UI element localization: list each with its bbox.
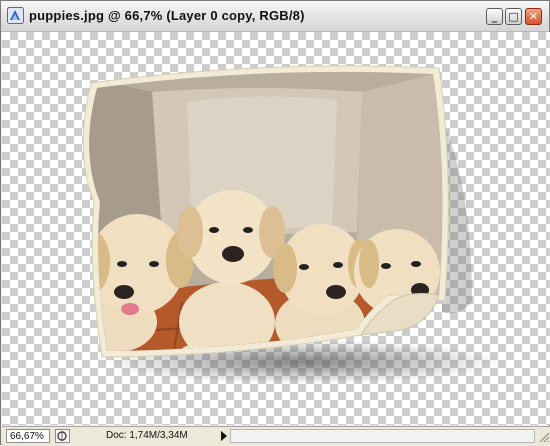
document-canvas[interactable]	[2, 32, 550, 425]
close-button[interactable]: ✕	[525, 8, 542, 25]
resize-grip-icon[interactable]	[536, 429, 550, 444]
puppies-photo-layer[interactable]	[2, 32, 550, 425]
status-bar: 66,67% Doc: 1,74M/3,34M	[2, 426, 550, 446]
right-triangle-icon[interactable]	[221, 431, 227, 441]
navigator-button[interactable]	[55, 429, 70, 443]
navigator-icon	[57, 431, 67, 441]
maximize-button[interactable]: □	[505, 8, 522, 25]
photoshop-document-icon	[7, 7, 24, 24]
window-title: puppies.jpg @ 66,7% (Layer 0 copy, RGB/8…	[29, 8, 305, 23]
title-bar[interactable]: puppies.jpg @ 66,7% (Layer 0 copy, RGB/8…	[1, 1, 549, 32]
minimize-button[interactable]: _	[486, 8, 503, 25]
zoom-level-field[interactable]: 66,67%	[6, 429, 50, 443]
horizontal-scrollbar[interactable]	[230, 429, 535, 443]
document-window: puppies.jpg @ 66,7% (Layer 0 copy, RGB/8…	[0, 0, 550, 446]
document-size-info: Doc: 1,74M/3,34M	[106, 430, 188, 441]
